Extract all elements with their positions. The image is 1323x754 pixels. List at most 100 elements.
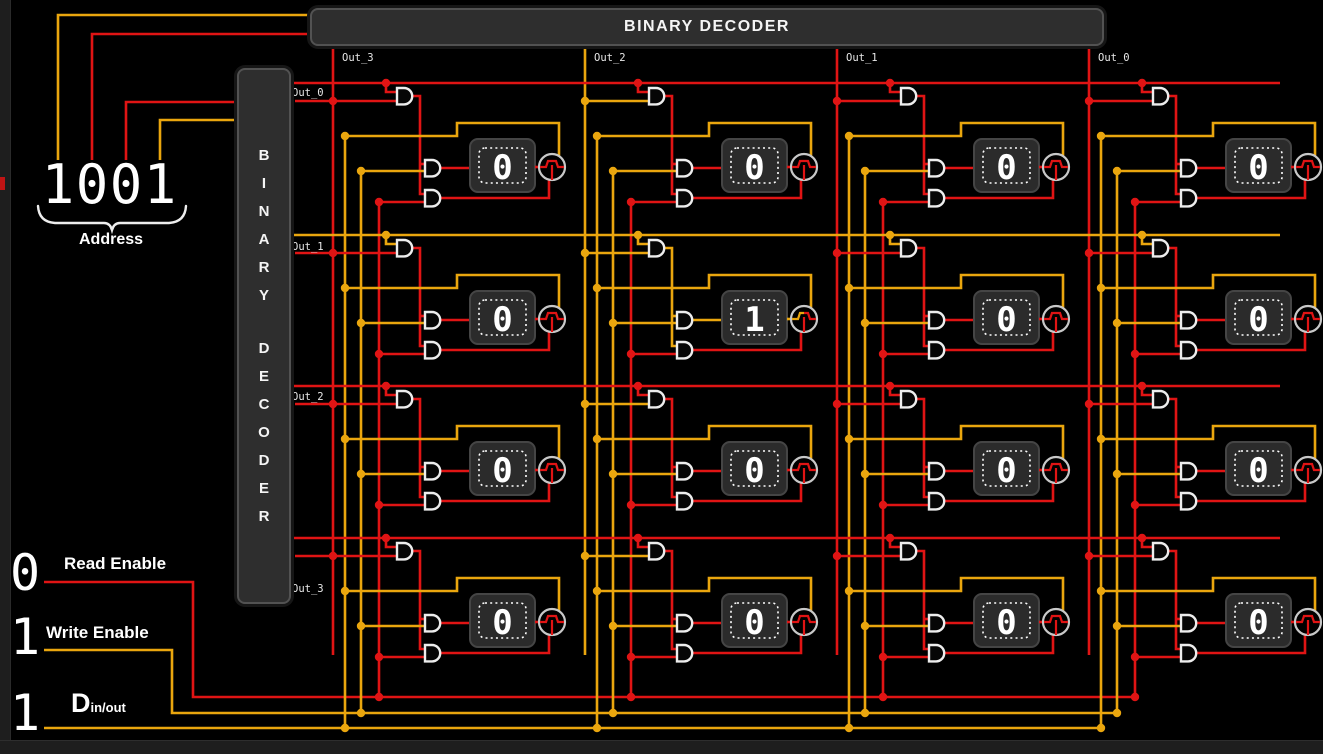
and-gate[interactable] <box>1153 240 1168 256</box>
top-decoder-output-label: Out_2 <box>594 52 626 64</box>
and-gate[interactable] <box>1153 88 1168 104</box>
memory-cell-value: 0 <box>744 451 764 491</box>
and-gate[interactable] <box>1181 312 1196 328</box>
wire-junction-dot <box>382 534 390 542</box>
and-gate[interactable] <box>677 615 692 631</box>
wire-junction-dot <box>879 501 887 509</box>
and-gate[interactable] <box>397 543 412 559</box>
and-gate[interactable] <box>649 543 664 559</box>
wire-junction-dot <box>886 79 894 87</box>
and-gate[interactable] <box>425 160 440 176</box>
wire-junction-dot <box>609 470 617 478</box>
and-gate[interactable] <box>677 342 692 358</box>
wire-junction-dot <box>329 97 337 105</box>
and-gate[interactable] <box>649 240 664 256</box>
and-gate[interactable] <box>901 240 916 256</box>
wire-junction-dot <box>879 198 887 206</box>
and-gate[interactable] <box>649 88 664 104</box>
wire-junction-dot <box>609 709 617 717</box>
data-in-out-label-sub: in/out <box>91 700 126 715</box>
wire-junction-dot <box>634 79 642 87</box>
and-gate[interactable] <box>425 342 440 358</box>
and-gate[interactable] <box>677 160 692 176</box>
memory-cell-value: 1 <box>744 300 764 340</box>
and-gate[interactable] <box>649 391 664 407</box>
data-in-out-label: Din/out <box>71 688 126 719</box>
left-binary-decoder-chip[interactable]: BINARYDECODER <box>237 68 291 604</box>
wire-junction-dot <box>357 622 365 630</box>
wire-junction-dot <box>341 724 349 732</box>
and-gate[interactable] <box>929 342 944 358</box>
and-gate[interactable] <box>1153 391 1168 407</box>
and-gate[interactable] <box>425 615 440 631</box>
address-bit-digit[interactable]: 1 <box>42 158 75 212</box>
wire-junction-dot <box>329 400 337 408</box>
and-gate[interactable] <box>1181 615 1196 631</box>
and-gate[interactable] <box>425 645 440 661</box>
wire-junction-dot <box>581 400 589 408</box>
and-gate[interactable] <box>425 493 440 509</box>
wire <box>44 650 1117 713</box>
memory-cell-value: 0 <box>1248 300 1268 340</box>
and-gate[interactable] <box>901 543 916 559</box>
and-gate[interactable] <box>901 88 916 104</box>
wire-junction-dot <box>861 709 869 717</box>
left-decoder-title-letter: D <box>259 453 270 468</box>
and-gate[interactable] <box>901 391 916 407</box>
wire <box>1169 96 1181 194</box>
wire-junction-dot <box>833 400 841 408</box>
and-gate[interactable] <box>929 190 944 206</box>
and-gate[interactable] <box>929 493 944 509</box>
wire-junction-dot <box>375 198 383 206</box>
wire-junction-dot <box>861 167 869 175</box>
and-gate[interactable] <box>929 312 944 328</box>
and-gate[interactable] <box>397 391 412 407</box>
wire <box>917 551 929 649</box>
wire-junction-dot <box>1113 622 1121 630</box>
and-gate[interactable] <box>929 645 944 661</box>
and-gate[interactable] <box>425 312 440 328</box>
and-gate[interactable] <box>1153 543 1168 559</box>
wire-junction-dot <box>341 132 349 140</box>
memory-cell-value: 0 <box>492 300 512 340</box>
address-bit-digit[interactable]: 1 <box>144 158 177 212</box>
wire-junction-dot <box>609 622 617 630</box>
address-bit-digit[interactable]: 0 <box>76 158 109 212</box>
wire-junction-dot <box>382 79 390 87</box>
wire-junction-dot <box>357 470 365 478</box>
wire-junction-dot <box>581 249 589 257</box>
and-gate[interactable] <box>929 160 944 176</box>
and-gate[interactable] <box>677 190 692 206</box>
read-enable-value[interactable]: 0 <box>10 548 40 598</box>
write-enable-value[interactable]: 1 <box>10 612 40 662</box>
and-gate[interactable] <box>929 615 944 631</box>
and-gate[interactable] <box>677 312 692 328</box>
and-gate[interactable] <box>1181 645 1196 661</box>
and-gate[interactable] <box>425 190 440 206</box>
circuit-canvas[interactable]: 0000010000000000Out_3Out_2Out_1Out_0Out_… <box>0 0 1323 754</box>
and-gate[interactable] <box>397 88 412 104</box>
wire-junction-dot <box>833 249 841 257</box>
and-gate[interactable] <box>677 493 692 509</box>
wire-junction-dot <box>845 284 853 292</box>
and-gate[interactable] <box>677 645 692 661</box>
and-gate[interactable] <box>1181 493 1196 509</box>
and-gate[interactable] <box>397 240 412 256</box>
wire-junction-dot <box>833 97 841 105</box>
address-bit-digit[interactable]: 0 <box>110 158 143 212</box>
left-decoder-output-label: Out_2 <box>292 391 324 403</box>
and-gate[interactable] <box>1181 342 1196 358</box>
and-gate[interactable] <box>1181 190 1196 206</box>
left-decoder-title-letter: R <box>259 509 270 524</box>
and-gate[interactable] <box>425 463 440 479</box>
and-gate[interactable] <box>1181 463 1196 479</box>
left-decoder-title-letter: D <box>259 341 270 356</box>
and-gate[interactable] <box>677 463 692 479</box>
wire-junction-dot <box>861 319 869 327</box>
and-gate[interactable] <box>1181 160 1196 176</box>
data-in-out-value[interactable]: 1 <box>10 688 40 738</box>
wire-junction-dot <box>581 97 589 105</box>
wire-junction-dot <box>627 653 635 661</box>
and-gate[interactable] <box>929 463 944 479</box>
top-binary-decoder-chip[interactable]: BINARY DECODER <box>310 8 1104 46</box>
